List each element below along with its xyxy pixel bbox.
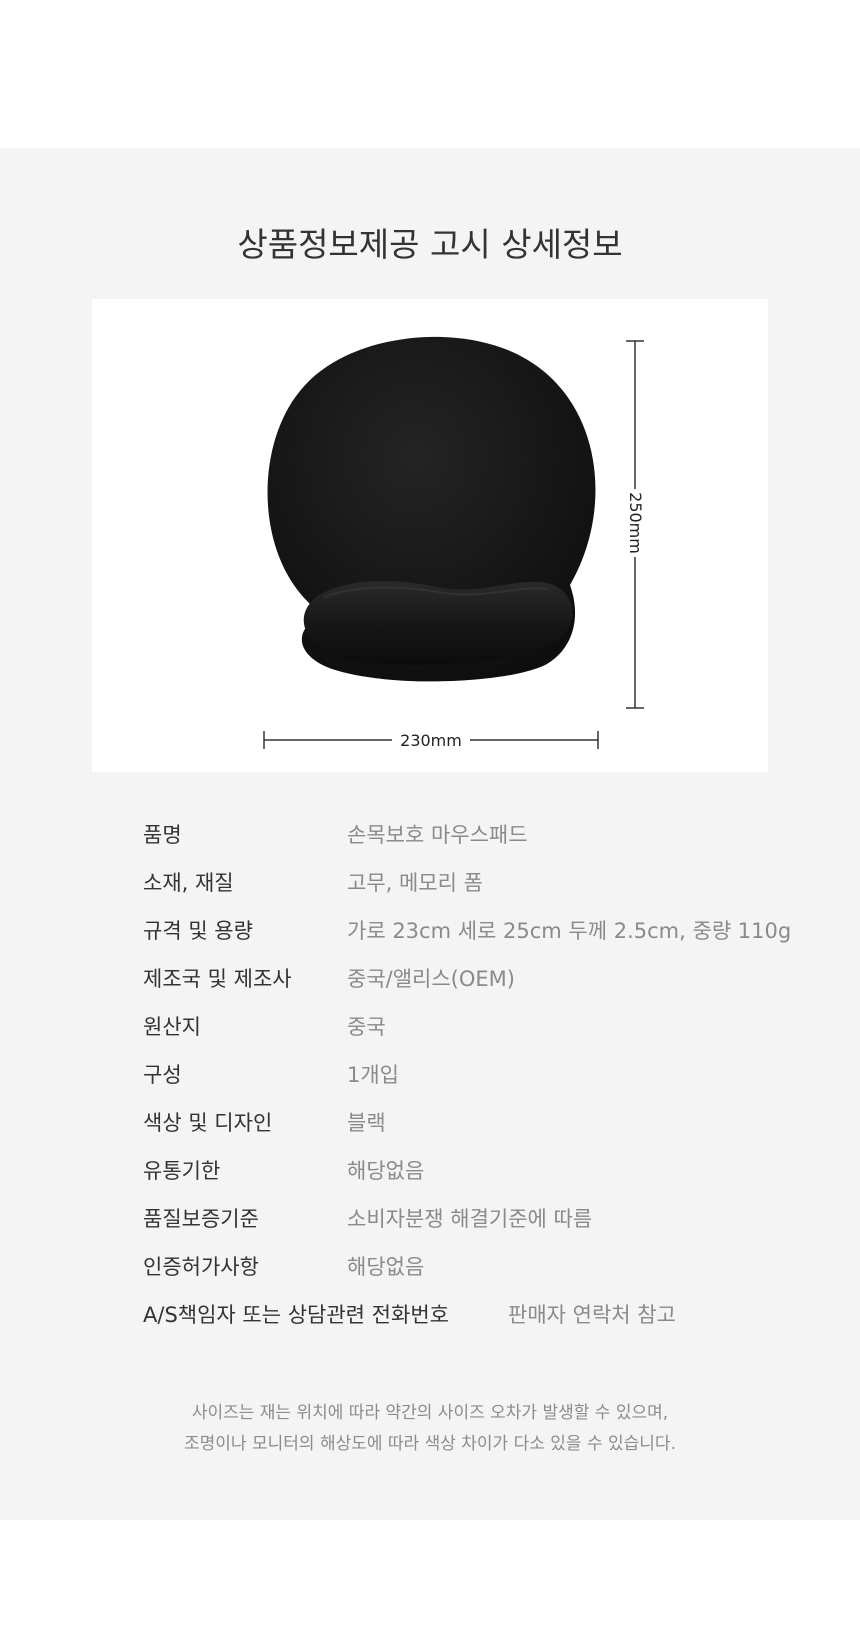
height-label: 250mm <box>626 492 645 554</box>
spec-value: 1개입 <box>347 1063 400 1087</box>
spec-value: 가로 23cm 세로 25cm 두께 2.5cm, 중량 110g <box>347 919 792 943</box>
notice-line-2: 조명이나 모니터의 해상도에 따라 색상 차이가 다소 있을 수 있습니다. <box>184 1434 676 1454</box>
size-color-notice: 사이즈는 재는 위치에 따라 약간의 사이즈 오차가 발생할 수 있으며, 조명… <box>0 1398 860 1460</box>
spec-value: 고무, 메모리 폼 <box>347 871 483 895</box>
spec-row-components: 구성 1개입 <box>143 1051 783 1099</box>
height-dimension: 250mm <box>626 340 645 709</box>
spec-row-as-contact: A/S책임자 또는 상담관련 전화번호 판매자 연락처 참고 <box>143 1291 783 1339</box>
spec-label: 색상 및 디자인 <box>143 1111 273 1135</box>
spec-label: 규격 및 용량 <box>143 919 253 943</box>
spec-label: A/S책임자 또는 상담관련 전화번호 <box>143 1303 449 1327</box>
spec-label: 원산지 <box>143 1015 201 1039</box>
spec-label: 제조국 및 제조사 <box>143 967 292 991</box>
spec-label: 구성 <box>143 1063 182 1087</box>
spec-table: 품명 손목보호 마우스패드 소재, 재질 고무, 메모리 폼 규격 및 용량 가… <box>143 811 791 1339</box>
spec-row-certification: 인증허가사항 해당없음 <box>143 1243 783 1291</box>
width-dimension: 230mm <box>263 731 599 750</box>
spec-value: 해당없음 <box>347 1159 425 1183</box>
notice-line-1: 사이즈는 재는 위치에 따라 약간의 사이즈 오차가 발생할 수 있으며, <box>191 1403 669 1423</box>
spec-row-color: 색상 및 디자인 블랙 <box>143 1099 783 1147</box>
spec-label: 품질보증기준 <box>143 1207 259 1231</box>
spec-row-material: 소재, 재질 고무, 메모리 폼 <box>143 859 783 907</box>
spec-row-origin: 원산지 중국 <box>143 1003 783 1051</box>
spec-row-warranty: 품질보증기준 소비자분쟁 해결기준에 따름 <box>143 1195 783 1243</box>
width-label: 230mm <box>400 731 462 750</box>
spec-value: 손목보호 마우스패드 <box>347 823 528 847</box>
spec-label: 유통기한 <box>143 1159 221 1183</box>
spec-row-size: 규격 및 용량 가로 23cm 세로 25cm 두께 2.5cm, 중량 110… <box>143 907 791 955</box>
spec-value: 소비자분쟁 해결기준에 따름 <box>347 1207 593 1231</box>
product-image: 250mm 230mm <box>92 299 768 772</box>
spec-value: 블랙 <box>347 1111 386 1135</box>
spec-label: 품명 <box>143 823 182 847</box>
page-title: 상품정보제공 고시 상세정보 <box>237 225 623 264</box>
mousepad-dimension-diagram: 250mm 230mm <box>263 336 645 750</box>
spec-value: 해당없음 <box>347 1255 425 1279</box>
spec-value: 중국/앨리스(OEM) <box>347 967 515 991</box>
spec-row-manufacturer: 제조국 및 제조사 중국/앨리스(OEM) <box>143 955 783 1003</box>
spec-row-product-name: 품명 손목보호 마우스패드 <box>143 811 783 859</box>
spec-value: 판매자 연락처 참고 <box>508 1303 676 1327</box>
spec-label: 인증허가사항 <box>143 1255 259 1279</box>
spec-value: 중국 <box>347 1015 386 1039</box>
spec-row-expiry: 유통기한 해당없음 <box>143 1147 783 1195</box>
spec-label: 소재, 재질 <box>143 871 234 895</box>
